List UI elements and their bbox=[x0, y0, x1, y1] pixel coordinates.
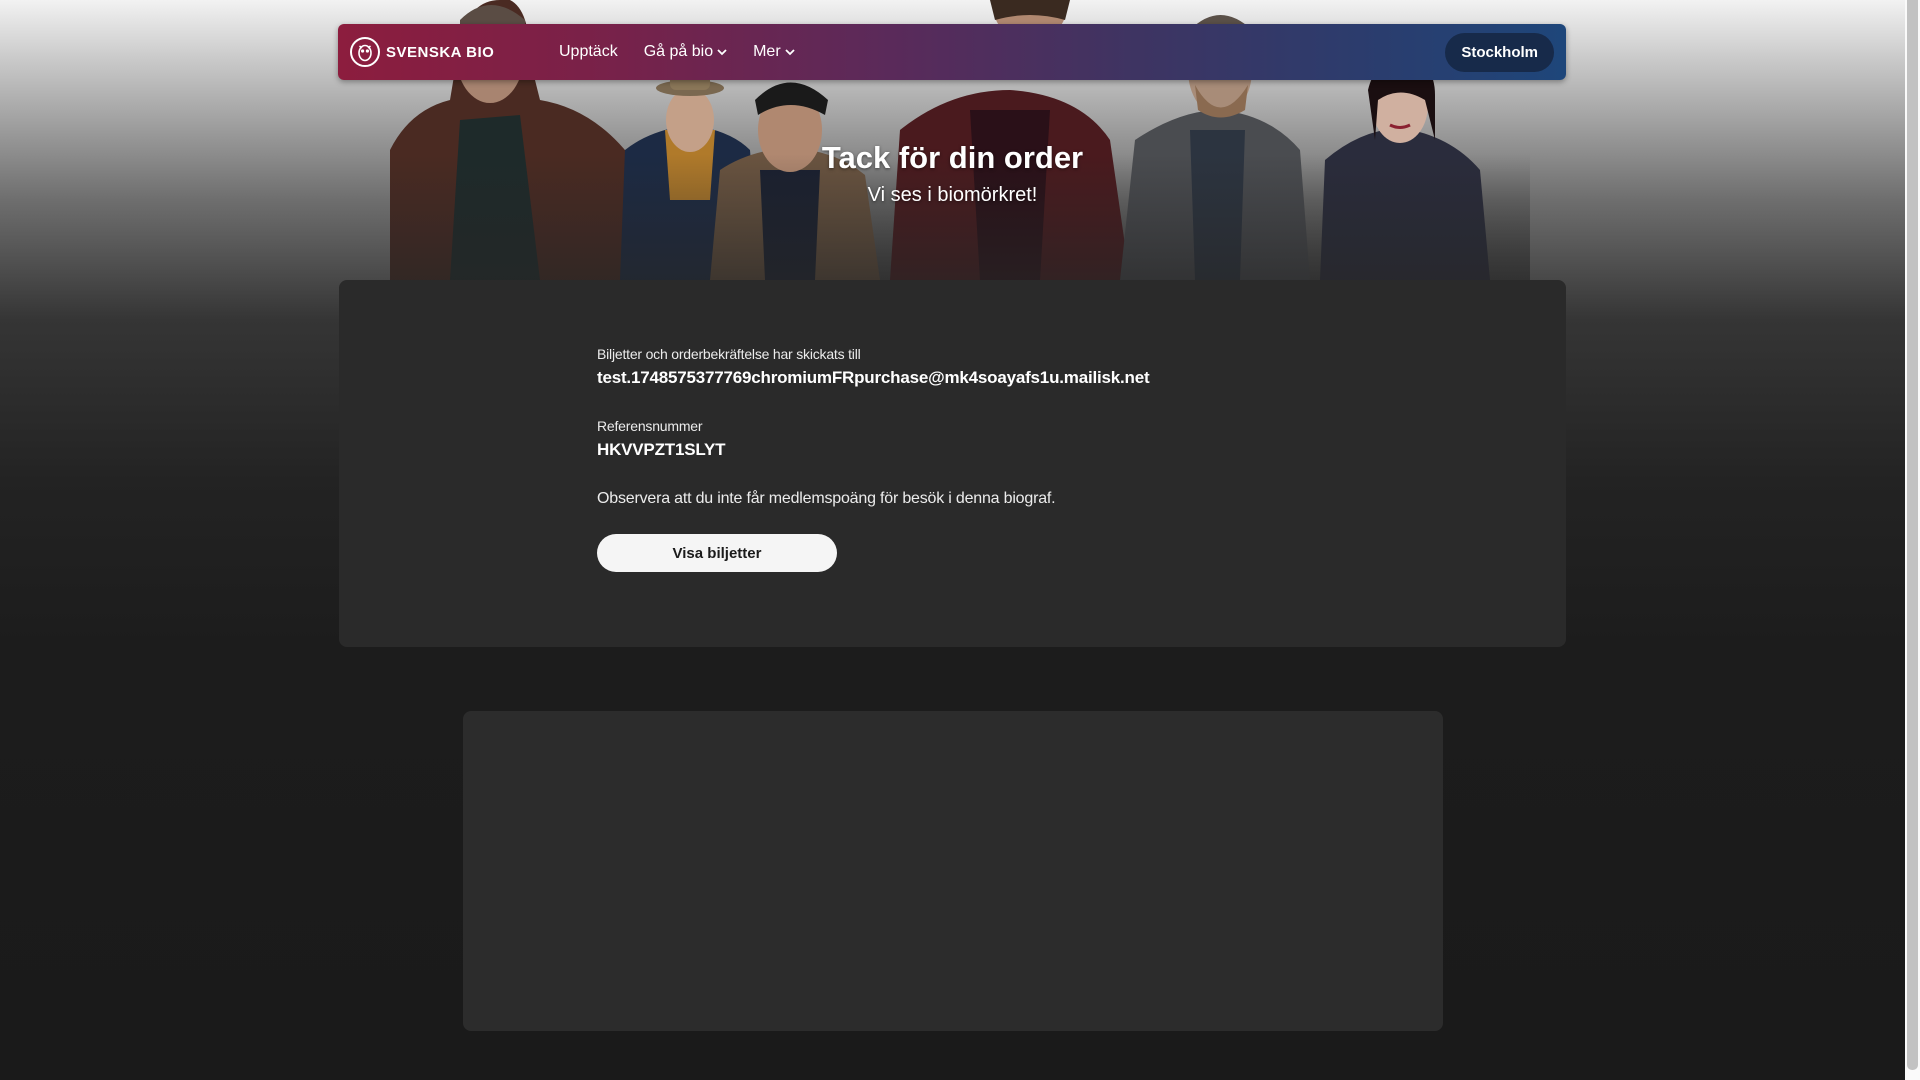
nav-item-label: Upptäck bbox=[559, 43, 618, 60]
logo-text: SVENSKA BIO bbox=[386, 43, 495, 61]
nav-item-label: Gå på bio bbox=[643, 43, 714, 60]
logo-link[interactable]: SVENSKA BIO bbox=[350, 35, 494, 69]
membership-notice: Observera att du inte får medlemspoäng f… bbox=[597, 490, 1056, 507]
nav-item-ga-pa-bio[interactable]: Gå på bio bbox=[644, 43, 727, 61]
order-confirmation-card: Biljetter och orderbekräftelse har skick… bbox=[339, 280, 1566, 647]
reference-label: Referensnummer bbox=[597, 418, 703, 434]
city-select-button[interactable]: Stockholm bbox=[1445, 33, 1554, 72]
page-subtitle: Vi ses i biomörkret! bbox=[867, 184, 1038, 206]
main-navbar: SVENSKA BIO Upptäck Gå på bio Mer Stockh… bbox=[338, 24, 1566, 80]
email-label: Biljetter och orderbekräftelse har skick… bbox=[597, 346, 861, 362]
order-details: Biljetter och orderbekräftelse har skick… bbox=[597, 346, 1297, 572]
chevron-down-icon bbox=[785, 48, 795, 59]
nav-item-upptack[interactable]: Upptäck bbox=[559, 43, 618, 61]
nav-item-label: Mer bbox=[753, 43, 781, 60]
chevron-down-icon bbox=[717, 48, 727, 59]
scrollbar-thumb[interactable] bbox=[1907, 0, 1918, 1070]
reference-value: HKVVPZT1SLYT bbox=[597, 440, 726, 459]
page-title: Tack för din order bbox=[821, 140, 1084, 175]
email-value: test.1748575377769chromiumFRpurchase@mk4… bbox=[597, 368, 1150, 387]
secondary-content-panel bbox=[463, 711, 1443, 1031]
nav-menu: Upptäck Gå på bio Mer bbox=[559, 24, 795, 80]
nav-item-mer[interactable]: Mer bbox=[753, 43, 795, 61]
owl-logo-icon bbox=[350, 37, 380, 67]
scrollbar[interactable] bbox=[1905, 0, 1920, 1080]
show-tickets-button[interactable]: Visa biljetter bbox=[597, 534, 837, 572]
